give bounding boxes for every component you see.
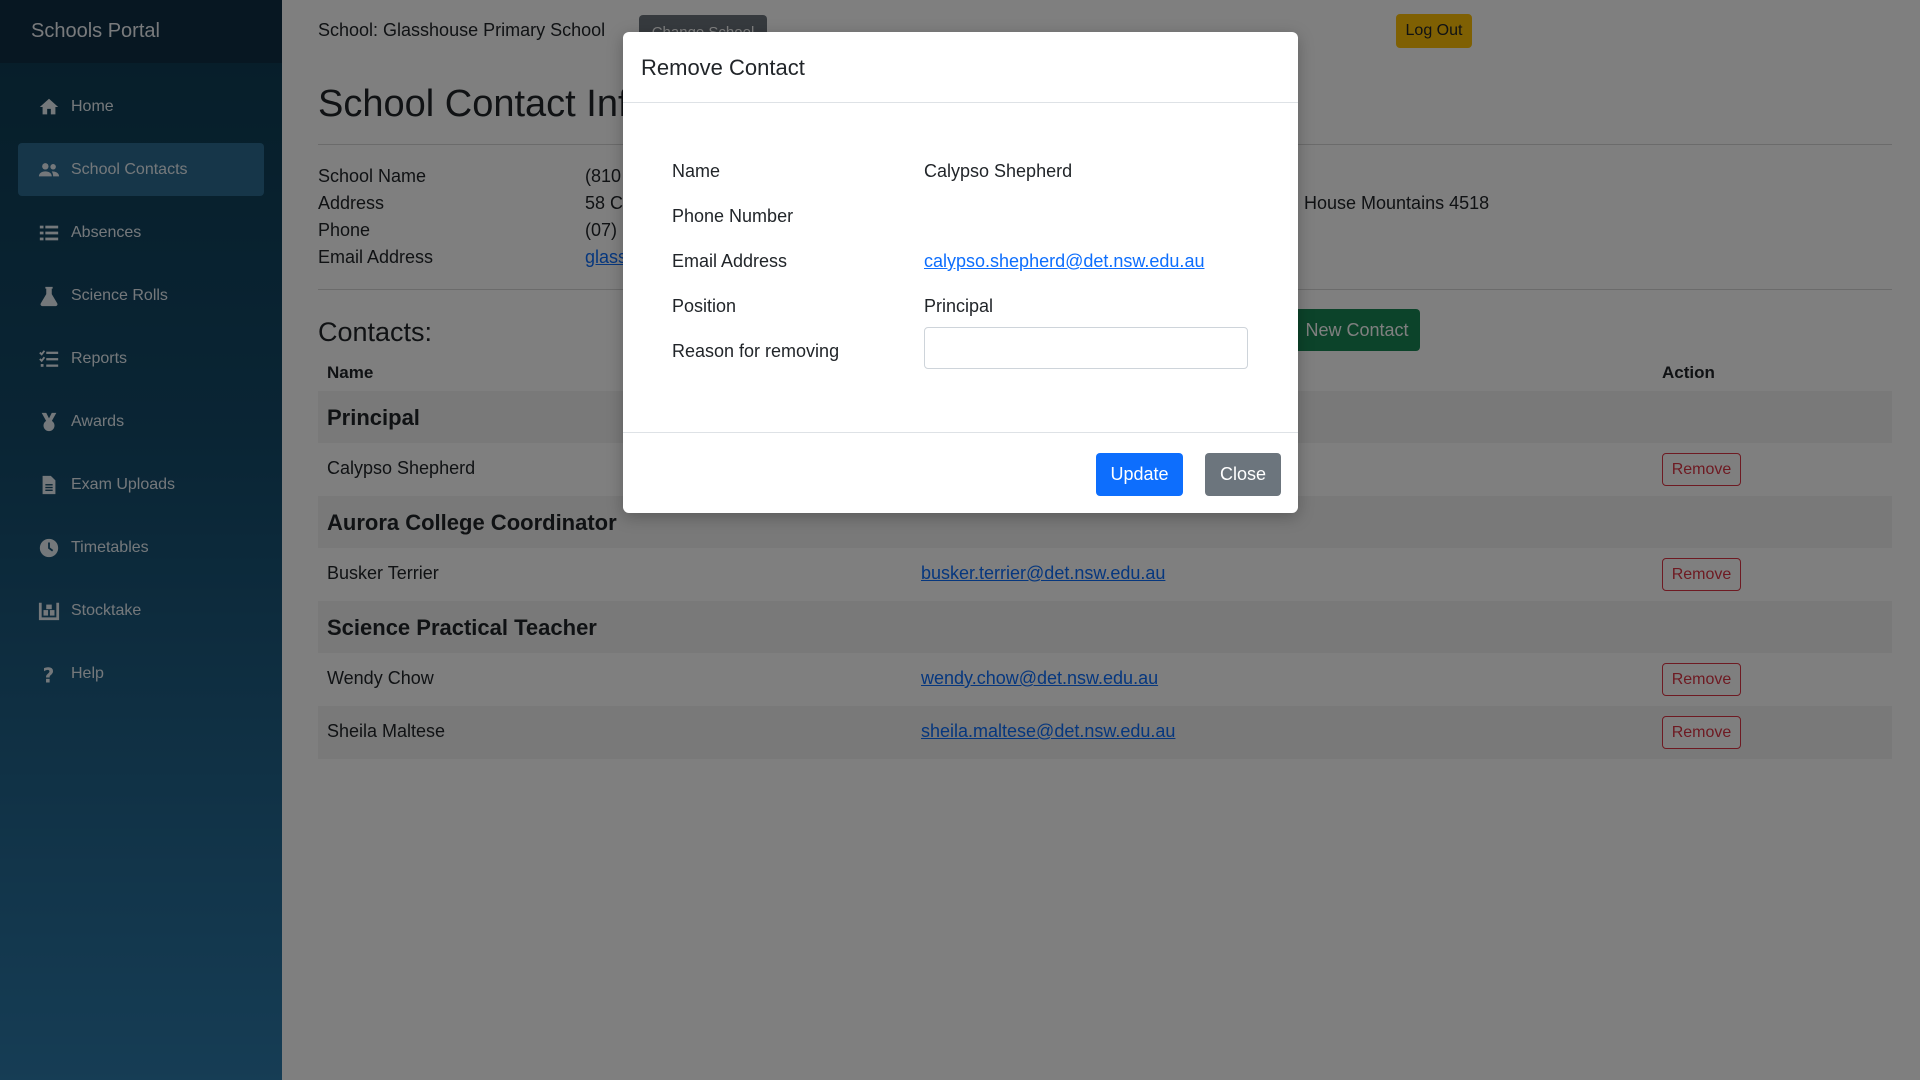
modal-title: Remove Contact (641, 55, 805, 80)
reason-input[interactable] (924, 327, 1248, 369)
position-value: Principal (924, 296, 994, 316)
field-label: Phone Number (672, 206, 794, 226)
field-label: Email Address (672, 251, 788, 271)
field-label: Position (672, 296, 737, 316)
name-value: Calypso Shepherd (924, 161, 1073, 181)
field-label: Name (672, 161, 721, 181)
field-label: Reason for removing (672, 341, 840, 361)
remove-contact-modal: Remove Contact Name Calypso Shepherd Pho… (623, 32, 1298, 513)
modal-header: Remove Contact (623, 32, 1298, 103)
close-button[interactable]: Close (1205, 453, 1281, 496)
update-button[interactable]: Update (1096, 453, 1183, 496)
modal-body: Name Calypso Shepherd Phone Number Email… (623, 103, 1298, 433)
email-link[interactable]: calypso.shepherd@det.nsw.edu.au (924, 251, 1204, 272)
